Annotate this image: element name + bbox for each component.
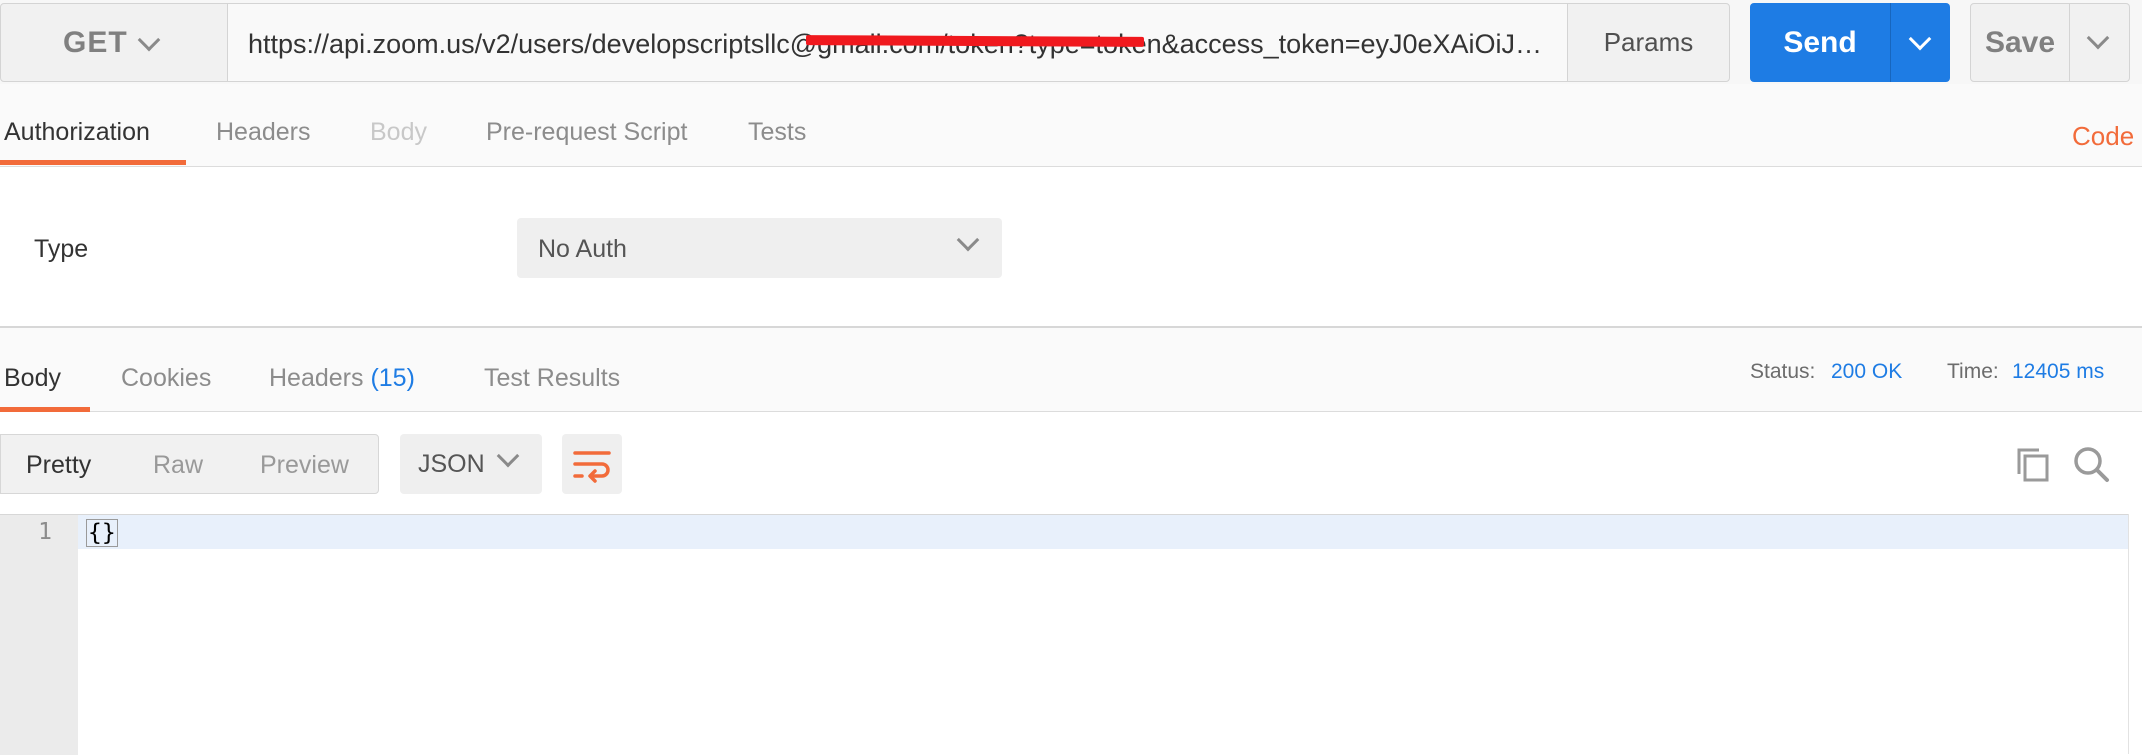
params-button[interactable]: Params <box>1567 3 1730 82</box>
view-raw-button[interactable]: Raw <box>153 451 203 480</box>
auth-type-value: No Auth <box>538 235 627 263</box>
tab-response-headers[interactable]: Headers (15) <box>269 364 415 393</box>
response-toolbar: Pretty Raw Preview JSON <box>0 412 2142 514</box>
code-link[interactable]: Code <box>2072 121 2134 152</box>
active-line-highlight <box>78 515 2128 549</box>
chevron-down-icon <box>137 28 161 52</box>
format-select[interactable]: JSON <box>400 434 542 494</box>
wrap-lines-icon <box>573 451 611 483</box>
view-mode-group: Pretty Raw Preview <box>0 434 379 494</box>
redaction-mark <box>805 35 1145 47</box>
search-button[interactable] <box>2071 444 2111 484</box>
tab-response-body[interactable]: Body <box>4 364 61 393</box>
method-label: GET <box>63 26 128 59</box>
chevron-down-icon <box>956 228 980 252</box>
line-number: 1 <box>38 519 52 545</box>
chevron-down-icon <box>2086 26 2110 50</box>
time-value: 12405 ms <box>2012 360 2105 383</box>
copy-icon <box>2017 448 2049 482</box>
chevron-down-icon <box>496 444 520 468</box>
copy-button[interactable] <box>2013 444 2053 484</box>
response-tabs: Body Cookies Headers (15) Test Results S… <box>0 328 2142 412</box>
save-button[interactable]: Save <box>1970 3 2070 82</box>
url-input[interactable]: https://api.zoom.us/v2/users/developscri… <box>228 3 1568 82</box>
view-preview-button[interactable]: Preview <box>260 451 349 480</box>
line-number-gutter: 1 <box>0 515 78 755</box>
chevron-down-icon <box>1908 27 1932 51</box>
tab-response-cookies[interactable]: Cookies <box>121 364 211 393</box>
time-label: Time: <box>1947 360 1999 383</box>
response-headers-label: Headers <box>269 364 364 392</box>
tab-authorization[interactable]: Authorization <box>4 118 150 147</box>
response-headers-count: (15) <box>370 364 415 392</box>
tab-headers[interactable]: Headers <box>216 118 311 147</box>
request-bar: GET https://api.zoom.us/v2/users/develop… <box>0 0 2142 84</box>
send-dropdown-button[interactable] <box>1890 3 1950 82</box>
auth-type-select[interactable]: No Auth <box>517 218 1002 278</box>
send-button[interactable]: Send <box>1750 3 1890 82</box>
active-tab-indicator <box>0 160 186 165</box>
search-icon <box>2074 447 2109 482</box>
editor-scroll-edge <box>2128 514 2142 754</box>
tab-tests[interactable]: Tests <box>748 118 806 147</box>
tab-test-results[interactable]: Test Results <box>484 364 620 393</box>
tab-pre-request-script[interactable]: Pre-request Script <box>486 118 687 147</box>
format-value: JSON <box>418 450 485 478</box>
save-dropdown-button[interactable] <box>2070 3 2130 82</box>
wrap-lines-button[interactable] <box>562 434 622 494</box>
authorization-panel: Type No Auth <box>0 167 2142 328</box>
auth-type-label: Type <box>34 235 89 263</box>
status-label: Status: <box>1750 360 1816 383</box>
tab-body[interactable]: Body <box>370 118 427 147</box>
view-pretty-button[interactable]: Pretty <box>26 451 91 480</box>
method-select[interactable]: GET <box>0 3 228 82</box>
code-line: {} <box>86 519 118 547</box>
request-tabs: Authorization Headers Body Pre-request S… <box>0 84 2142 167</box>
status-value: 200 OK <box>1831 360 1903 383</box>
response-body-editor[interactable]: 1 {} <box>0 514 2128 755</box>
